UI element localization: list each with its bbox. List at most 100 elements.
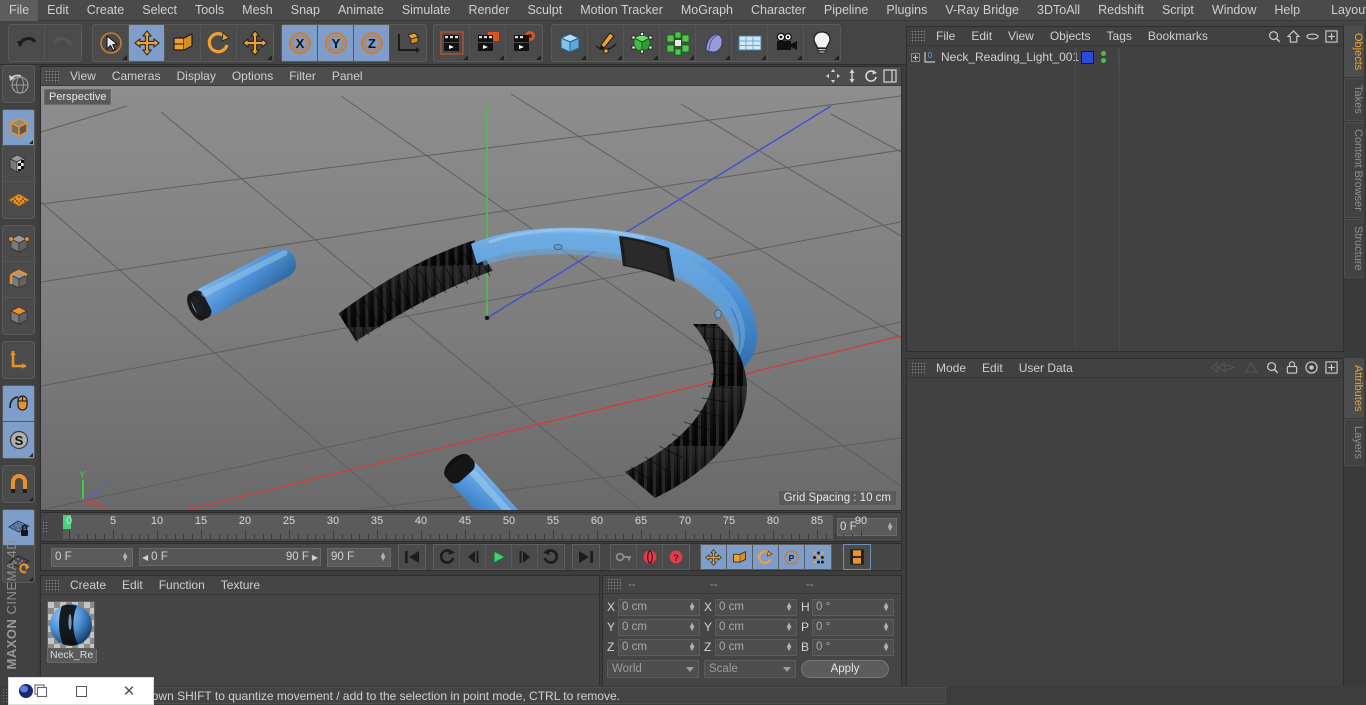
menu-edit[interactable]: Edit [38, 0, 78, 21]
material-menu-edit[interactable]: Edit [114, 576, 151, 595]
objectmanager-menu-edit[interactable]: Edit [963, 27, 1000, 46]
search-icon[interactable] [1268, 30, 1281, 46]
menu-mograph[interactable]: MoGraph [672, 0, 742, 21]
timeline-grip-icon[interactable] [41, 513, 51, 541]
menu-select[interactable]: Select [133, 0, 186, 21]
material-menu-function[interactable]: Function [151, 576, 213, 595]
close-button[interactable]: ✕ [105, 677, 153, 705]
record-active-objects-button[interactable] [637, 545, 663, 569]
key-point-level-button[interactable] [805, 545, 831, 569]
world-object-axis-button[interactable] [390, 25, 426, 61]
add-panel-icon[interactable] [1325, 30, 1338, 46]
menu-3dtoall[interactable]: 3DToAll [1028, 0, 1089, 21]
viewport-3d-canvas[interactable]: Perspective Y Z Grid Spacing: 10 cm [41, 86, 901, 510]
lock-y-axis-button[interactable]: Y [318, 25, 354, 61]
timeline-ruler[interactable]: 0 5 10 15 20 25 30 35 40 45 50 55 60 65 70 75 80 85 90 [63, 515, 867, 539]
dock-tab-layers[interactable]: Layers [1344, 419, 1364, 467]
autokeying-button[interactable] [611, 545, 637, 569]
add-array-button[interactable] [660, 25, 696, 61]
attributes-menu-user-data[interactable]: User Data [1011, 359, 1081, 378]
panel-grip-icon[interactable] [911, 361, 925, 375]
spinner-icon[interactable]: ▲ ▼ [688, 641, 696, 653]
size-input[interactable]: 0 cm ▲ ▼ [715, 618, 797, 636]
search-icon[interactable] [1266, 361, 1279, 377]
rotate-view-icon[interactable] [864, 69, 878, 86]
objectmanager-menu-file[interactable]: File [928, 27, 963, 46]
size-input[interactable]: 0 cm ▲ ▼ [715, 638, 797, 656]
objectmanager-menu-objects[interactable]: Objects [1042, 27, 1099, 46]
free-move-tool-button[interactable] [237, 25, 273, 61]
move-tool-button[interactable] [129, 25, 165, 61]
zoom-view-icon[interactable] [845, 69, 859, 86]
menu-snap[interactable]: Snap [282, 0, 329, 21]
previous-key-button[interactable] [434, 545, 460, 569]
rotation-input[interactable]: 0 ° ▲ ▼ [812, 598, 894, 616]
material-tag-icon[interactable] [1081, 50, 1094, 64]
dock-tab-takes[interactable]: Takes [1344, 78, 1364, 122]
step-back-button[interactable] [460, 545, 486, 569]
maximize-viewport-icon[interactable] [883, 69, 897, 86]
dock-tab-content-browser[interactable]: Content Browser [1344, 122, 1364, 218]
maximize-button[interactable] [57, 677, 105, 705]
edges-mode-button[interactable] [3, 262, 34, 298]
spinner-icon[interactable]: ▲ ▼ [785, 601, 793, 613]
redo-button[interactable] [45, 25, 81, 61]
spinner-icon[interactable]: ▲ ▼ [785, 641, 793, 653]
attributes-menu-mode[interactable]: Mode [928, 359, 974, 378]
menu-render[interactable]: Render [459, 0, 518, 21]
preview-range-slider[interactable]: ◀ 0 F 90 F ▶ [139, 548, 321, 566]
menu-file[interactable]: File [0, 0, 39, 21]
add-floor-button[interactable] [732, 25, 768, 61]
forward-history-icon[interactable] [1243, 361, 1259, 377]
spinner-icon[interactable]: ▲ ▼ [379, 551, 387, 563]
key-rotation-button[interactable] [753, 545, 779, 569]
spinner-icon[interactable]: ▲ ▼ [121, 551, 129, 563]
viewport-menu-cameras[interactable]: Cameras [104, 67, 169, 86]
material-menu-texture[interactable]: Texture [213, 576, 268, 595]
range-left-arrow-icon[interactable]: ◀ [142, 553, 148, 562]
expand-toggle-icon[interactable] [911, 52, 920, 62]
points-mode-button[interactable] [3, 226, 34, 262]
render-to-picture-viewer-button[interactable] [470, 25, 506, 61]
attributes-menu-edit[interactable]: Edit [974, 359, 1011, 378]
material-list[interactable]: Neck_Re [41, 595, 599, 663]
key-position-button[interactable] [701, 545, 727, 569]
next-key-button[interactable] [538, 545, 564, 569]
viewport-solo-button[interactable] [3, 182, 34, 218]
rotation-input[interactable]: 0 ° ▲ ▼ [812, 618, 894, 636]
lock-z-axis-button[interactable]: Z [354, 25, 390, 61]
undo-view-button[interactable] [3, 66, 34, 102]
coordinate-mode-select[interactable]: Scale [704, 660, 796, 678]
go-to-start-button[interactable] [399, 545, 425, 569]
position-input[interactable]: 0 cm ▲ ▼ [618, 618, 700, 636]
position-input[interactable]: 0 cm ▲ ▼ [618, 638, 700, 656]
spinner-icon[interactable]: ▲ ▼ [882, 641, 890, 653]
key-scale-button[interactable] [727, 545, 753, 569]
menu-animate[interactable]: Animate [329, 0, 393, 21]
dock-tab-structure[interactable]: Structure [1344, 218, 1364, 278]
spinner-icon[interactable]: ▲ ▼ [886, 521, 894, 533]
panel-grip-icon[interactable] [607, 578, 621, 591]
current-frame-field[interactable]: 0 F ▲ ▼ [51, 547, 133, 567]
menu-motion-tracker[interactable]: Motion Tracker [571, 0, 672, 21]
objectmanager-menu-view[interactable]: View [1000, 27, 1042, 46]
timeline-toggle-button[interactable] [844, 545, 870, 569]
dock-tab-attributes[interactable]: Attributes [1344, 357, 1364, 419]
visibility-dots-icon[interactable] [1101, 51, 1106, 63]
menu-help[interactable]: Help [1265, 0, 1309, 21]
menu-redshift[interactable]: Redshift [1089, 0, 1153, 21]
menu-character[interactable]: Character [742, 0, 815, 21]
pan-view-icon[interactable] [826, 69, 840, 86]
menu-pipeline[interactable]: Pipeline [815, 0, 877, 21]
go-to-end-button[interactable] [573, 545, 599, 569]
size-input[interactable]: 0 cm ▲ ▼ [715, 598, 797, 616]
lock-x-axis-button[interactable]: X [282, 25, 318, 61]
menu-sculpt[interactable]: Sculpt [518, 0, 571, 21]
auto-keyframing-button[interactable]: ? [663, 545, 689, 569]
add-generator-button[interactable] [624, 25, 660, 61]
object-row[interactable]: 0 Neck_Reading_Light_001 [907, 48, 1343, 66]
undo-button[interactable] [9, 25, 45, 61]
rotate-tool-button[interactable] [201, 25, 237, 61]
texture-axis-button[interactable] [3, 146, 34, 182]
viewport-menu-options[interactable]: Options [224, 67, 281, 86]
